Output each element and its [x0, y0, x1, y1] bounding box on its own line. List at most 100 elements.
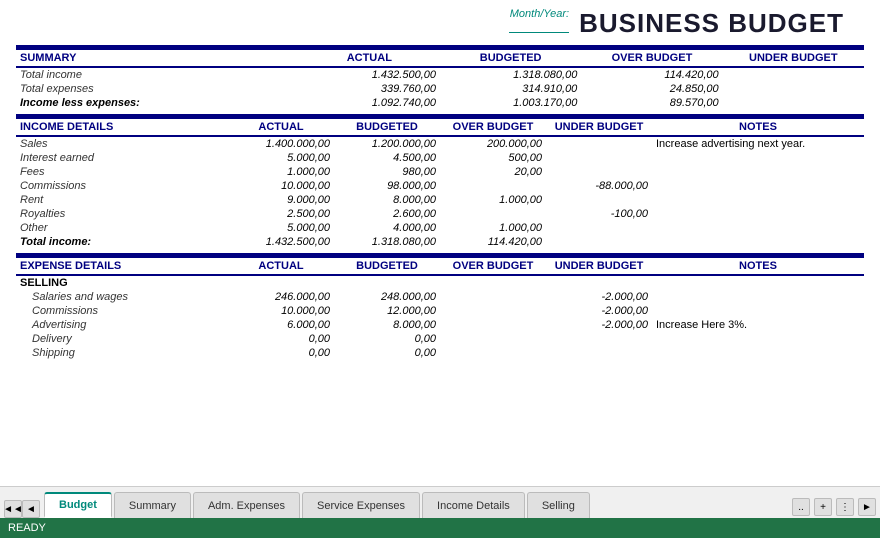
tabs-nav-dots[interactable]: .. [792, 498, 810, 516]
row-actual: 6.000,00 [228, 318, 334, 332]
tab-income-details[interactable]: Income Details [422, 492, 525, 518]
tabs-nav-right[interactable]: ► [858, 498, 876, 516]
row-over: 20,00 [440, 165, 546, 179]
row-actual: 5.000,00 [228, 151, 334, 165]
tab-adm.-expenses[interactable]: Adm. Expenses [193, 492, 300, 518]
month-year-label: Month/Year: [510, 8, 569, 20]
month-year-input[interactable] [509, 20, 569, 33]
row-budgeted: 8.000,00 [334, 193, 440, 207]
summary-col-over: OVER BUDGET [581, 50, 722, 67]
summary-row: Total income 1.432.500,00 1.318.080,00 1… [16, 67, 864, 82]
row-actual: 0,00 [228, 346, 334, 360]
row-notes [652, 207, 864, 221]
row-label: Fees [16, 165, 228, 179]
row-notes [652, 165, 864, 179]
row-actual: 5.000,00 [228, 221, 334, 235]
income-col-under: UNDER BUDGET [546, 119, 652, 136]
row-budgeted: 1.318.080,00 [334, 235, 440, 249]
tabs-nav-menu[interactable]: ⋮ [836, 498, 854, 516]
row-notes [652, 221, 864, 235]
row-over [440, 346, 546, 360]
row-under [546, 221, 652, 235]
income-col-actual: ACTUAL [228, 119, 334, 136]
income-row: Rent 9.000,00 8.000,00 1.000,00 [16, 193, 864, 207]
income-col-budgeted: BUDGETED [334, 119, 440, 136]
selling-section-title: SELLING [16, 275, 864, 290]
summary-col-actual: ACTUAL [299, 50, 440, 67]
selling-header-row: SELLING [16, 275, 864, 290]
row-under [546, 332, 652, 346]
row-over [440, 290, 546, 304]
tabs-bar: ◄◄ ◄ Budget SummaryAdm. ExpensesService E… [0, 486, 880, 518]
income-col-over: OVER BUDGET [440, 119, 546, 136]
row-label: Salaries and wages [16, 290, 228, 304]
summary-col-budgeted: BUDGETED [440, 50, 581, 67]
row-notes: Increase advertising next year. [652, 136, 864, 151]
income-details-table: INCOME DETAILS ACTUAL BUDGETED OVER BUDG… [16, 114, 864, 249]
row-under: -2.000,00 [546, 290, 652, 304]
row-label: Total income: [16, 235, 228, 249]
row-actual: 10.000,00 [228, 179, 334, 193]
row-label: Royalties [16, 207, 228, 221]
summary-header: SUMMARY [16, 50, 299, 67]
tabs-nav-prev-prev[interactable]: ◄◄ [4, 500, 22, 518]
row-notes [652, 179, 864, 193]
row-actual: 2.500,00 [228, 207, 334, 221]
row-label: Delivery [16, 332, 228, 346]
row-over [440, 332, 546, 346]
tabs-nav-prev[interactable]: ◄ [22, 500, 40, 518]
expense-col-actual: ACTUAL [228, 258, 334, 275]
row-notes [652, 235, 864, 249]
row-under: -88.000,00 [546, 179, 652, 193]
income-row: Total income: 1.432.500,00 1.318.080,00 … [16, 235, 864, 249]
row-label: Rent [16, 193, 228, 207]
row-under [723, 67, 864, 82]
row-under [546, 165, 652, 179]
row-under: -100,00 [546, 207, 652, 221]
row-budgeted: 4.500,00 [334, 151, 440, 165]
income-row: Other 5.000,00 4.000,00 1.000,00 [16, 221, 864, 235]
tab-service-expenses[interactable]: Service Expenses [302, 492, 420, 518]
row-actual: 10.000,00 [228, 304, 334, 318]
summary-table: SUMMARY ACTUAL BUDGETED OVER BUDGET UNDE… [16, 45, 864, 110]
tab-budget[interactable]: Budget [44, 492, 112, 518]
tab-selling[interactable]: Selling [527, 492, 590, 518]
row-actual: 0,00 [228, 332, 334, 346]
expense-row: Delivery 0,00 0,00 [16, 332, 864, 346]
row-over: 1.000,00 [440, 221, 546, 235]
row-budgeted: 0,00 [334, 332, 440, 346]
income-row: Interest earned 5.000,00 4.500,00 500,00 [16, 151, 864, 165]
row-label: Commissions [16, 304, 228, 318]
row-label: Advertising [16, 318, 228, 332]
row-over: 24.850,00 [581, 82, 722, 96]
row-over: 89.570,00 [581, 96, 722, 110]
row-notes [652, 304, 864, 318]
row-over: 200.000,00 [440, 136, 546, 151]
summary-row: Total expenses 339.760,00 314.910,00 24.… [16, 82, 864, 96]
expense-col-over: OVER BUDGET [440, 258, 546, 275]
row-budgeted: 1.200.000,00 [334, 136, 440, 151]
status-text: READY [8, 522, 46, 534]
row-over [440, 318, 546, 332]
expense-details-table: EXPENSE DETAILS ACTUAL BUDGETED OVER BUD… [16, 253, 864, 360]
tab-summary[interactable]: Summary [114, 492, 191, 518]
summary-col-under: UNDER BUDGET [723, 50, 864, 67]
tabs-nav-add[interactable]: + [814, 498, 832, 516]
expense-col-notes: NOTES [652, 258, 864, 275]
row-notes [652, 193, 864, 207]
row-label: Interest earned [16, 151, 228, 165]
row-label: Sales [16, 136, 228, 151]
row-under: -2.000,00 [546, 318, 652, 332]
row-over: 500,00 [440, 151, 546, 165]
income-header: INCOME DETAILS [16, 119, 228, 136]
row-budgeted: 98.000,00 [334, 179, 440, 193]
expense-row: Salaries and wages 246.000,00 248.000,00… [16, 290, 864, 304]
expense-col-under: UNDER BUDGET [546, 258, 652, 275]
row-actual: 1.400.000,00 [228, 136, 334, 151]
row-over: 1.000,00 [440, 193, 546, 207]
row-budgeted: 0,00 [334, 346, 440, 360]
row-over [440, 207, 546, 221]
tab-label: Budget [59, 499, 97, 511]
row-label: Commissions [16, 179, 228, 193]
row-budgeted: 1.003.170,00 [440, 96, 581, 110]
